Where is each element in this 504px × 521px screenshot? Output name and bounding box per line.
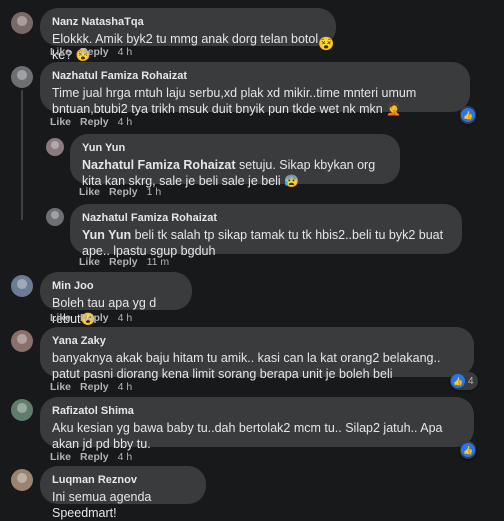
avatar[interactable]: [11, 330, 33, 352]
reply-button[interactable]: Reply: [109, 256, 138, 268]
comment-text: Nazhatul Famiza Rohaizat setuju. Sikap k…: [82, 157, 388, 189]
comment-body: beli tk salah tp sikap tamak tu tk hbis2…: [82, 228, 444, 258]
comment-bubble: Nazhatul Famiza Rohaizat Yun Yun beli tk…: [70, 204, 462, 258]
reaction-count: 4: [468, 375, 474, 387]
comment-text: banyaknya akak baju hitam tu amik.. kasi…: [52, 351, 441, 381]
reaction-summary[interactable]: 👍: [460, 106, 476, 124]
comment-body: Time jual hrga rntuh laju serbu,xd plak …: [52, 86, 417, 116]
avatar[interactable]: [11, 399, 33, 421]
avatar[interactable]: [46, 208, 64, 226]
comment-bubble: Nazhatul Famiza Rohaizat Time jual hrga …: [40, 62, 470, 116]
comment-text: Aku kesian yg bawa baby tu..dah bertolak…: [52, 421, 443, 451]
comment-author[interactable]: Nanz NatashaTqa: [52, 15, 324, 29]
comment-author[interactable]: Rafizatol Shima: [52, 404, 462, 418]
comment-author[interactable]: Min Joo: [52, 279, 180, 293]
reply-button[interactable]: Reply: [80, 46, 109, 58]
reply-button[interactable]: Reply: [109, 186, 138, 198]
comment-bubble: Rafizatol Shima Aku kesian yg bawa baby …: [40, 397, 474, 451]
like-button[interactable]: Like: [79, 186, 100, 198]
like-button[interactable]: Like: [50, 381, 71, 393]
avatar[interactable]: [11, 275, 33, 297]
comment-bubble: Yun Yun Nazhatul Famiza Rohaizat setuju.…: [70, 134, 400, 188]
comment-author[interactable]: Nazhatul Famiza Rohaizat: [52, 69, 458, 83]
timestamp[interactable]: 4 h: [118, 451, 133, 463]
timestamp[interactable]: 11 m: [147, 256, 170, 268]
reply-button[interactable]: Reply: [80, 381, 109, 393]
timestamp[interactable]: 4 h: [118, 312, 133, 324]
mention-link[interactable]: Yun Yun: [82, 228, 131, 242]
timestamp[interactable]: 4 h: [118, 381, 133, 393]
comment-bubble: Yana Zaky banyaknya akak baju hitam tu a…: [40, 327, 474, 381]
mention-link[interactable]: Nazhatul Famiza Rohaizat: [82, 158, 236, 172]
reply-button[interactable]: Reply: [80, 451, 109, 463]
comment-author[interactable]: Nazhatul Famiza Rohaizat: [82, 211, 450, 225]
comment-actions: Like Reply 4 h: [50, 451, 141, 463]
anxious-face-emoji-icon: 😰: [284, 174, 300, 188]
thumbs-up-icon: 👍: [461, 443, 475, 457]
avatar[interactable]: [11, 469, 33, 491]
like-button[interactable]: Like: [50, 312, 71, 324]
comment-actions: Like Reply 4 h: [50, 46, 141, 58]
like-button[interactable]: Like: [50, 46, 71, 58]
timestamp[interactable]: 4 h: [118, 46, 133, 58]
reply-button[interactable]: Reply: [80, 116, 109, 128]
reply-button[interactable]: Reply: [80, 312, 109, 324]
like-button[interactable]: Like: [79, 256, 100, 268]
timestamp[interactable]: 4 h: [118, 116, 133, 128]
comment-author[interactable]: Yun Yun: [82, 141, 388, 155]
thumbs-up-icon: 👍: [461, 108, 475, 122]
comment-actions: Like Reply 1 h: [79, 186, 170, 198]
comment-actions: Like Reply 4 h: [50, 116, 141, 128]
facepalm-emoji-icon: 🤦: [386, 102, 402, 116]
dizzy-face-emoji-icon: 😵: [318, 36, 335, 51]
comment-author[interactable]: Yana Zaky: [52, 334, 462, 348]
comment-author[interactable]: Luqman Reznov: [52, 473, 194, 487]
timestamp[interactable]: 1 h: [147, 186, 162, 198]
thumbs-up-icon: 👍: [451, 374, 465, 388]
reaction-summary[interactable]: 👍 4: [450, 372, 478, 390]
reaction-summary[interactable]: 👍: [460, 441, 476, 459]
comment-bubble: Min Joo Boleh tau apa yg d rebut😮: [40, 272, 192, 326]
comment-actions: Like Reply 4 h: [50, 381, 141, 393]
comment-actions: Like Reply 11 m: [79, 256, 178, 268]
avatar[interactable]: [11, 66, 33, 88]
like-button[interactable]: Like: [50, 451, 71, 463]
comment-text: Ini semua agenda Speedmart!: [52, 490, 152, 520]
avatar[interactable]: [11, 12, 33, 34]
thread-line: [21, 90, 23, 220]
comment-bubble: Luqman Reznov Ini semua agenda Speedmart…: [40, 466, 206, 520]
like-button[interactable]: Like: [50, 116, 71, 128]
comment-text: Yun Yun beli tk salah tp sikap tamak tu …: [82, 227, 450, 259]
comment-text: Time jual hrga rntuh laju serbu,xd plak …: [52, 85, 458, 117]
comment-bubble: Nanz NatashaTqa Elokkk. Amik byk2 tu mmg…: [40, 8, 336, 62]
comment-actions: Like Reply 4 h: [50, 312, 141, 324]
avatar[interactable]: [46, 138, 64, 156]
